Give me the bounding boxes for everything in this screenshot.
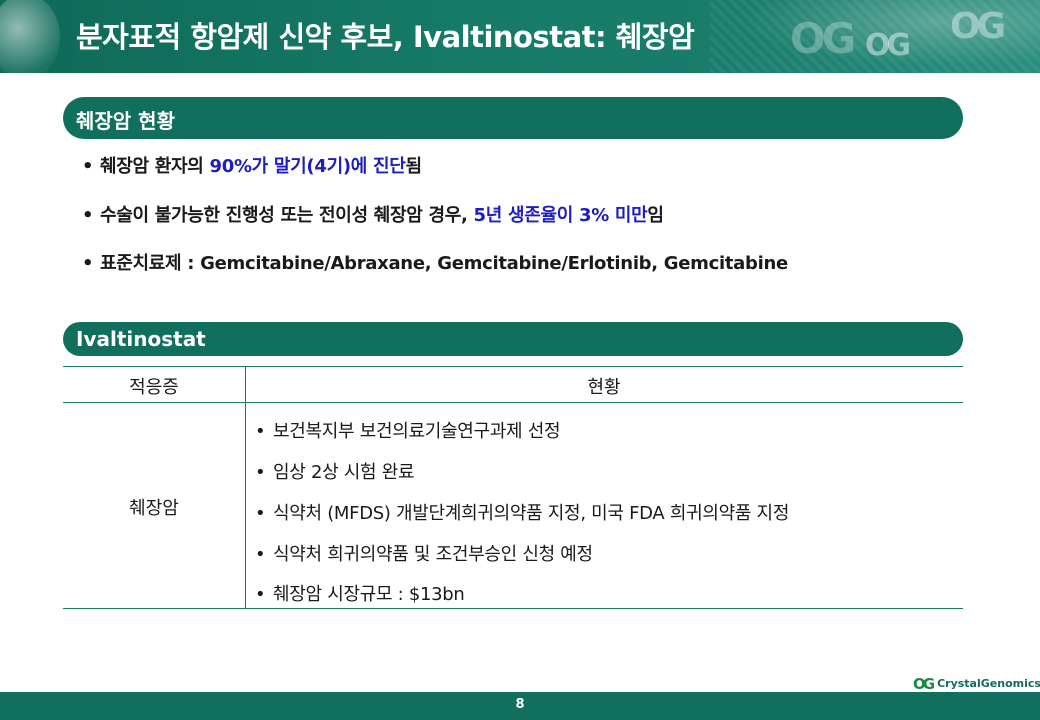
table-column-divider — [245, 366, 246, 609]
banner-decoration-left — [0, 0, 60, 73]
banner-watermark-logo: OG — [950, 6, 1006, 47]
bullet-icon: • — [255, 584, 266, 605]
table-status-item: • 췌장암 시장규모 : $13bn — [255, 580, 465, 606]
table-header-indication: 적응증 — [129, 377, 179, 398]
table-rule-bottom — [63, 608, 963, 609]
company-name: CrystalGenomics — [937, 677, 1040, 690]
bullet-icon: • — [255, 544, 266, 565]
status-text: 임상 2상 시험 완료 — [273, 462, 415, 483]
bullet-text: 표준치료제 : Gemcitabine/Abraxane, Gemcitabin… — [100, 253, 788, 274]
table-rule-top — [63, 366, 963, 367]
bullet-highlight: 90%가 말기(4기)에 진단 — [209, 156, 406, 177]
page-number: 8 — [515, 697, 525, 712]
table-status-item: • 식약처 (MFDS) 개발단계희귀의약품 지정, 미국 FDA 희귀의약품 지… — [255, 499, 789, 525]
status-text: 식약처 희귀의약품 및 조건부승인 신청 예정 — [273, 544, 593, 565]
section-header-pancreatic-cancer-status: 췌장암 현황 — [63, 97, 963, 139]
bullet-text: 수술이 불가능한 진행성 또는 전이성 췌장암 경우, — [100, 205, 474, 226]
bullet-icon: • — [255, 503, 266, 524]
banner-watermark-logo: OG — [790, 14, 856, 63]
bullet-text-suffix: 임 — [647, 205, 664, 226]
bullet-icon: • — [82, 253, 94, 274]
bullet-item: • 표준치료제 : Gemcitabine/Abraxane, Gemcitabi… — [82, 249, 788, 275]
slide-title: 분자표적 항암제 신약 후보, Ivaltinostat: 췌장암 — [76, 20, 695, 54]
table-cell-indication: 췌장암 — [129, 498, 179, 519]
section-title: Ivaltinostat — [76, 327, 206, 351]
footer-bar: 8 — [0, 692, 1040, 720]
status-text: 보건복지부 보건의료기술연구과제 선정 — [273, 421, 561, 442]
table-status-item: • 임상 2상 시험 완료 — [255, 458, 415, 484]
section-header-ivaltinostat: Ivaltinostat — [63, 322, 963, 356]
company-logo: OG CrystalGenomics — [913, 673, 1040, 693]
bullet-highlight: 5년 생존율이 3% 미만 — [473, 205, 648, 226]
title-banner: OG OG OG 분자표적 항암제 신약 후보, Ivaltinostat: 췌… — [0, 0, 1040, 73]
bullet-icon: • — [255, 462, 266, 483]
status-text: 식약처 (MFDS) 개발단계희귀의약품 지정, 미국 FDA 희귀의약품 지정 — [273, 503, 790, 524]
table-status-item: • 식약처 희귀의약품 및 조건부승인 신청 예정 — [255, 540, 593, 566]
bullet-icon: • — [255, 421, 266, 442]
bullet-icon: • — [82, 205, 94, 226]
status-text: 췌장암 시장규모 : $13bn — [273, 584, 465, 605]
table-rule-header — [63, 402, 963, 403]
company-logo-icon: OG — [913, 674, 935, 693]
bullet-item: • 수술이 불가능한 진행성 또는 전이성 췌장암 경우, 5년 생존율이 3% … — [82, 201, 664, 227]
section-title: 췌장암 현황 — [76, 109, 175, 133]
banner-watermark-logo: OG — [865, 28, 911, 63]
table-status-item: • 보건복지부 보건의료기술연구과제 선정 — [255, 417, 561, 443]
bullet-icon: • — [82, 156, 94, 177]
table-header-status: 현황 — [587, 377, 621, 398]
bullet-text: 췌장암 환자의 — [100, 156, 210, 177]
bullet-item: • 췌장암 환자의 90%가 말기(4기)에 진단됨 — [82, 152, 422, 178]
bullet-text-suffix: 됨 — [405, 156, 423, 177]
